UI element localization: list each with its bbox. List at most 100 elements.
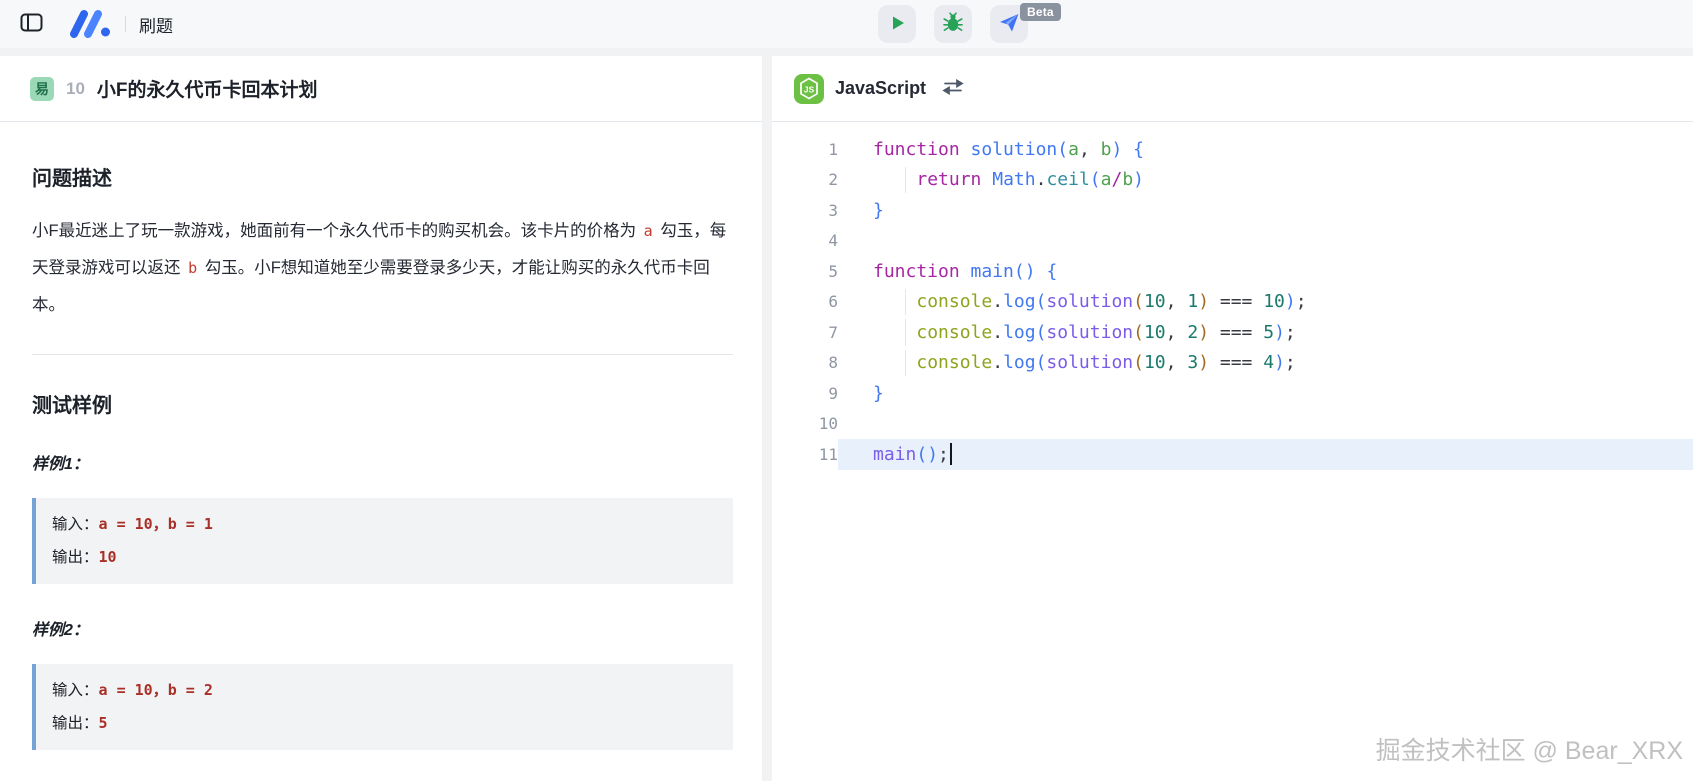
code-token: Math bbox=[992, 169, 1035, 190]
code-token: , bbox=[1079, 139, 1101, 160]
code-line-8[interactable]: 8 console.log(solution(10, 3) === 4); bbox=[772, 348, 1693, 379]
code-token: . bbox=[992, 322, 1003, 343]
code-line-content bbox=[838, 226, 1693, 257]
run-button[interactable] bbox=[878, 5, 916, 43]
debug-button[interactable] bbox=[934, 5, 972, 43]
topbar-divider bbox=[125, 16, 126, 32]
watermark: 掘金技术社区 @ Bear_XRX bbox=[1376, 731, 1683, 767]
code-token: . bbox=[992, 291, 1003, 312]
code-line-10[interactable]: 10 bbox=[772, 409, 1693, 440]
code-line-content: console.log(solution(10, 2) === 5); bbox=[838, 317, 1693, 348]
line-number[interactable]: 10 bbox=[772, 414, 838, 433]
line-number[interactable]: 6 bbox=[772, 292, 838, 311]
code-token: , bbox=[1166, 352, 1188, 373]
switch-language-button[interactable] bbox=[940, 76, 966, 102]
code-token: . bbox=[992, 352, 1003, 373]
sample-line: 输出：10 bbox=[52, 541, 717, 574]
code-line-3[interactable]: 3} bbox=[772, 195, 1693, 226]
code-token: ; bbox=[1285, 322, 1296, 343]
code-line-5[interactable]: 5function main() { bbox=[772, 256, 1693, 287]
code-line-content: console.log(solution(10, 1) === 10); bbox=[838, 287, 1693, 318]
code-token: ; bbox=[938, 444, 949, 465]
code-token bbox=[981, 169, 992, 190]
line-number[interactable]: 5 bbox=[772, 262, 838, 281]
line-number[interactable]: 1 bbox=[772, 140, 838, 159]
code-token: ) bbox=[1111, 139, 1122, 160]
code-token: solution bbox=[1046, 322, 1133, 343]
code-line-1[interactable]: 1function solution(a, b) { bbox=[772, 134, 1693, 165]
svg-text:JS: JS bbox=[804, 84, 815, 94]
marscode-logo[interactable] bbox=[66, 9, 112, 39]
code-token bbox=[960, 139, 971, 160]
code-token bbox=[873, 352, 916, 373]
line-number[interactable]: 7 bbox=[772, 323, 838, 342]
code-line-6[interactable]: 6 console.log(solution(10, 1) === 10); bbox=[772, 287, 1693, 318]
editor-header: JS JavaScript bbox=[772, 56, 1693, 122]
bug-icon bbox=[941, 11, 965, 38]
code-token: ) bbox=[1274, 352, 1285, 373]
code-token: ) bbox=[1198, 322, 1209, 343]
code-token bbox=[1122, 139, 1133, 160]
sidebar-toggle-icon bbox=[20, 12, 43, 36]
code-token: 10 bbox=[1263, 291, 1285, 312]
difficulty-badge: 易 bbox=[30, 77, 54, 101]
code-token: === bbox=[1209, 291, 1263, 312]
problem-content: 问题描述 小F最近迷上了玩一款游戏，她面前有一个永久代币卡的购买机会。该卡片的价… bbox=[0, 122, 762, 781]
problem-id: 10 bbox=[66, 79, 85, 99]
description-heading: 问题描述 bbox=[32, 162, 733, 191]
code-line-11[interactable]: 11 main(); bbox=[772, 439, 1693, 470]
sample-label-2: 样例2： bbox=[32, 616, 733, 640]
nodejs-icon: JS bbox=[794, 74, 824, 104]
code-token: console bbox=[916, 322, 992, 343]
code-token: ) bbox=[1285, 291, 1296, 312]
sample-line-label: 输入： bbox=[52, 682, 99, 699]
sample-label-1: 样例1： bbox=[32, 450, 733, 474]
code-token: ( bbox=[1133, 322, 1144, 343]
code-token: } bbox=[873, 383, 884, 404]
code-token: function bbox=[873, 261, 960, 282]
code-token: / bbox=[1111, 169, 1122, 190]
code-line-content: console.log(solution(10, 3) === 4); bbox=[838, 348, 1693, 379]
code-area[interactable]: 1function solution(a, b) {2 return Math.… bbox=[772, 122, 1693, 470]
editor-panel: JS JavaScript 1function solution(a, b) {… bbox=[772, 56, 1693, 781]
code-token: ( bbox=[1036, 352, 1047, 373]
topbar: 刷题 bbox=[0, 0, 1693, 48]
main-area: 易 10 小F的永久代币卡回本计划 问题描述 小F最近迷上了玩一款游戏，她面前有… bbox=[0, 48, 1693, 781]
line-number[interactable]: 3 bbox=[772, 201, 838, 220]
content-divider bbox=[32, 354, 733, 355]
text-cursor bbox=[950, 443, 952, 465]
code-token: ( bbox=[1057, 139, 1068, 160]
code-line-content: function main() { bbox=[838, 256, 1693, 287]
problem-description: 小F最近迷上了玩一款游戏，她面前有一个永久代币卡的购买机会。该卡片的价格为 a … bbox=[32, 213, 733, 324]
code-token: 3 bbox=[1187, 352, 1198, 373]
code-line-7[interactable]: 7 console.log(solution(10, 2) === 5); bbox=[772, 317, 1693, 348]
code-token: ; bbox=[1296, 291, 1307, 312]
language-label: JavaScript bbox=[835, 78, 926, 99]
code-token: function bbox=[873, 139, 960, 160]
code-line-9[interactable]: 9} bbox=[772, 378, 1693, 409]
code-line-content: return Math.ceil(a/b) bbox=[838, 165, 1693, 196]
code-line-4[interactable]: 4 bbox=[772, 226, 1693, 257]
line-number[interactable]: 4 bbox=[772, 231, 838, 250]
line-number[interactable]: 2 bbox=[772, 170, 838, 189]
line-number[interactable]: 11 bbox=[772, 445, 838, 464]
code-token: ) bbox=[1274, 322, 1285, 343]
sidebar-toggle-button[interactable] bbox=[14, 7, 48, 41]
code-token: 1 bbox=[1187, 291, 1198, 312]
code-token: () bbox=[1014, 261, 1036, 282]
code-token bbox=[873, 291, 916, 312]
code-token: { bbox=[1133, 139, 1144, 160]
code-token: return bbox=[916, 169, 981, 190]
code-token: () bbox=[916, 444, 938, 465]
line-number[interactable]: 9 bbox=[772, 384, 838, 403]
code-token: ( bbox=[1133, 352, 1144, 373]
code-token: 5 bbox=[1263, 322, 1274, 343]
code-token: main bbox=[873, 444, 916, 465]
line-number[interactable]: 8 bbox=[772, 353, 838, 372]
code-token: solution bbox=[1046, 352, 1133, 373]
code-line-2[interactable]: 2 return Math.ceil(a/b) bbox=[772, 165, 1693, 196]
code-token: ) bbox=[1133, 169, 1144, 190]
code-token: console bbox=[916, 352, 992, 373]
code-token: main bbox=[971, 261, 1014, 282]
code-line-content bbox=[838, 409, 1693, 440]
